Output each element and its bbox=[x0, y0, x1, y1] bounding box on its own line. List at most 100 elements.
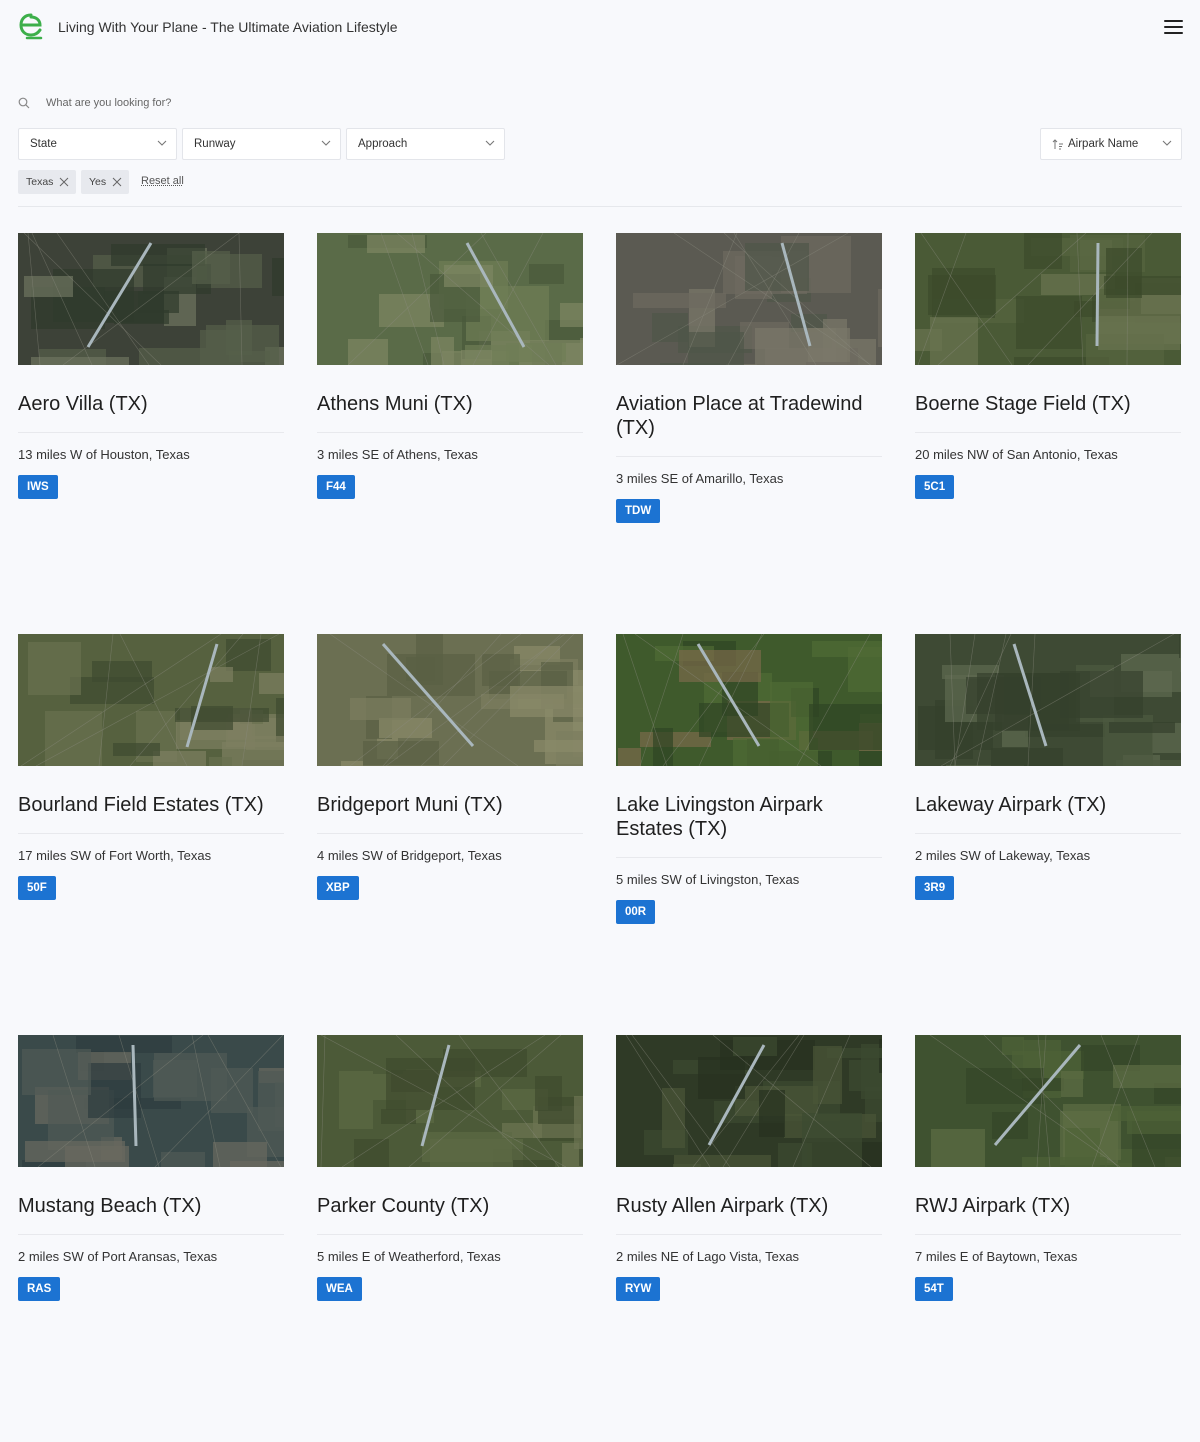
satellite-image-graphic bbox=[915, 233, 1181, 365]
airpark-location: 3 miles SE of Amarillo, Texas bbox=[616, 471, 784, 486]
airport-code-badge[interactable]: 5C1 bbox=[915, 475, 955, 499]
close-icon[interactable] bbox=[59, 177, 69, 187]
satellite-image-graphic bbox=[616, 634, 882, 766]
chevron-down-icon bbox=[157, 140, 167, 146]
airpark-name[interactable]: Rusty Allen Airpark (TX) bbox=[616, 1194, 882, 1218]
airport-code-badge[interactable]: WEA bbox=[317, 1277, 362, 1301]
divider bbox=[18, 206, 1182, 207]
sort-ascending-icon bbox=[1052, 139, 1063, 150]
divider bbox=[317, 1234, 583, 1235]
divider bbox=[915, 833, 1181, 834]
airport-code-badge[interactable]: TDW bbox=[616, 499, 661, 523]
airpark-name[interactable]: Aviation Place at Tradewind (TX) bbox=[616, 392, 882, 440]
satellite-image-graphic bbox=[18, 634, 284, 766]
satellite-image-graphic bbox=[616, 233, 882, 365]
divider bbox=[915, 1234, 1181, 1235]
satellite-image-graphic bbox=[317, 1035, 583, 1167]
airpark-satellite-image[interactable] bbox=[317, 233, 583, 365]
state-dropdown-label: State bbox=[30, 138, 57, 150]
chevron-down-icon bbox=[485, 140, 495, 146]
reset-all-link[interactable]: Reset all bbox=[141, 175, 184, 187]
airpark-location: 13 miles W of Houston, Texas bbox=[18, 447, 190, 462]
airpark-location: 2 miles NE of Lago Vista, Texas bbox=[616, 1249, 800, 1264]
airpark-name[interactable]: Bourland Field Estates (TX) bbox=[18, 793, 284, 817]
search-icon bbox=[18, 97, 30, 109]
chevron-down-icon bbox=[1162, 140, 1172, 146]
divider bbox=[616, 456, 882, 457]
sort-dropdown[interactable]: Airpark Name bbox=[1040, 128, 1182, 160]
airpark-card: Rusty Allen Airpark (TX) 2 miles NE of L… bbox=[616, 1035, 882, 1395]
airpark-satellite-image[interactable] bbox=[616, 1035, 882, 1167]
divider bbox=[915, 432, 1181, 433]
airpark-name[interactable]: Parker County (TX) bbox=[317, 1194, 583, 1218]
airpark-name[interactable]: Lake Livingston Airpark Estates (TX) bbox=[616, 793, 882, 841]
airport-code-badge[interactable]: 00R bbox=[616, 900, 656, 924]
runway-dropdown[interactable]: Runway bbox=[182, 128, 341, 160]
airpark-satellite-image[interactable] bbox=[317, 634, 583, 766]
satellite-image-graphic bbox=[317, 233, 583, 365]
airpark-location: 2 miles SW of Lakeway, Texas bbox=[915, 848, 1091, 863]
satellite-image-graphic bbox=[915, 634, 1181, 766]
airpark-location: 4 miles SW of Bridgeport, Texas bbox=[317, 848, 502, 863]
airpark-location: 2 miles SW of Port Aransas, Texas bbox=[18, 1249, 218, 1264]
satellite-image-graphic bbox=[18, 1035, 284, 1167]
airpark-name[interactable]: Athens Muni (TX) bbox=[317, 392, 583, 416]
airpark-location: 17 miles SW of Fort Worth, Texas bbox=[18, 848, 212, 863]
divider bbox=[18, 432, 284, 433]
airpark-satellite-image[interactable] bbox=[18, 1035, 284, 1167]
runway-dropdown-label: Runway bbox=[194, 138, 236, 150]
airpark-card: Lakeway Airpark (TX) 2 miles SW of Lakew… bbox=[915, 634, 1181, 994]
approach-dropdown-label: Approach bbox=[358, 138, 408, 150]
airpark-card: Bridgeport Muni (TX) 4 miles SW of Bridg… bbox=[317, 634, 583, 994]
airpark-satellite-image[interactable] bbox=[915, 233, 1181, 365]
airport-code-badge[interactable]: 50F bbox=[18, 876, 56, 900]
airport-code-badge[interactable]: RAS bbox=[18, 1277, 61, 1301]
site-title[interactable]: Living With Your Plane - The Ultimate Av… bbox=[58, 19, 398, 35]
hamburger-menu-icon[interactable] bbox=[1164, 19, 1184, 35]
satellite-image-graphic bbox=[915, 1035, 1181, 1167]
airpark-location: 3 miles SE of Athens, Texas bbox=[317, 447, 478, 462]
airport-code-badge[interactable]: IWS bbox=[18, 475, 58, 499]
filter-chip-texas[interactable]: Texas bbox=[18, 170, 76, 194]
filter-chip-label: Texas bbox=[26, 176, 54, 188]
airpark-card: Athens Muni (TX) 3 miles SE of Athens, T… bbox=[317, 233, 583, 593]
airpark-satellite-image[interactable] bbox=[616, 634, 882, 766]
divider bbox=[317, 833, 583, 834]
close-icon[interactable] bbox=[112, 177, 122, 187]
airport-code-badge[interactable]: 3R9 bbox=[915, 876, 955, 900]
airport-code-badge[interactable]: 54T bbox=[915, 1277, 953, 1301]
airpark-satellite-image[interactable] bbox=[18, 634, 284, 766]
airpark-location: 20 miles NW of San Antonio, Texas bbox=[915, 447, 1118, 462]
sort-dropdown-label: Airpark Name bbox=[1068, 138, 1139, 150]
airpark-satellite-image[interactable] bbox=[915, 1035, 1181, 1167]
airpark-name[interactable]: Mustang Beach (TX) bbox=[18, 1194, 284, 1218]
divider bbox=[616, 857, 882, 858]
filter-chip-yes[interactable]: Yes bbox=[81, 170, 129, 194]
divider bbox=[18, 1234, 284, 1235]
airpark-satellite-image[interactable] bbox=[616, 233, 882, 365]
airpark-name[interactable]: RWJ Airpark (TX) bbox=[915, 1194, 1181, 1218]
airpark-name[interactable]: Boerne Stage Field (TX) bbox=[915, 392, 1181, 416]
chevron-down-icon bbox=[321, 140, 331, 146]
airport-code-badge[interactable]: XBP bbox=[317, 876, 359, 900]
logo-e-icon[interactable] bbox=[17, 12, 45, 41]
airpark-satellite-image[interactable] bbox=[18, 233, 284, 365]
search-input[interactable] bbox=[40, 93, 452, 113]
airpark-satellite-image[interactable] bbox=[915, 634, 1181, 766]
airport-code-badge[interactable]: F44 bbox=[317, 475, 355, 499]
divider bbox=[616, 1234, 882, 1235]
airpark-name[interactable]: Bridgeport Muni (TX) bbox=[317, 793, 583, 817]
airpark-name[interactable]: Aero Villa (TX) bbox=[18, 392, 284, 416]
airpark-card: Mustang Beach (TX) 2 miles SW of Port Ar… bbox=[18, 1035, 284, 1395]
filter-chip-label: Yes bbox=[89, 176, 107, 188]
satellite-image-graphic bbox=[18, 233, 284, 365]
site-header: Living With Your Plane - The Ultimate Av… bbox=[0, 0, 1200, 54]
satellite-image-graphic bbox=[616, 1035, 882, 1167]
airpark-name[interactable]: Lakeway Airpark (TX) bbox=[915, 793, 1181, 817]
airpark-location: 5 miles SW of Livingston, Texas bbox=[616, 872, 800, 887]
state-dropdown[interactable]: State bbox=[18, 128, 177, 160]
airpark-satellite-image[interactable] bbox=[317, 1035, 583, 1167]
approach-dropdown[interactable]: Approach bbox=[346, 128, 505, 160]
airpark-card: Parker County (TX) 5 miles E of Weatherf… bbox=[317, 1035, 583, 1395]
airport-code-badge[interactable]: RYW bbox=[616, 1277, 661, 1301]
